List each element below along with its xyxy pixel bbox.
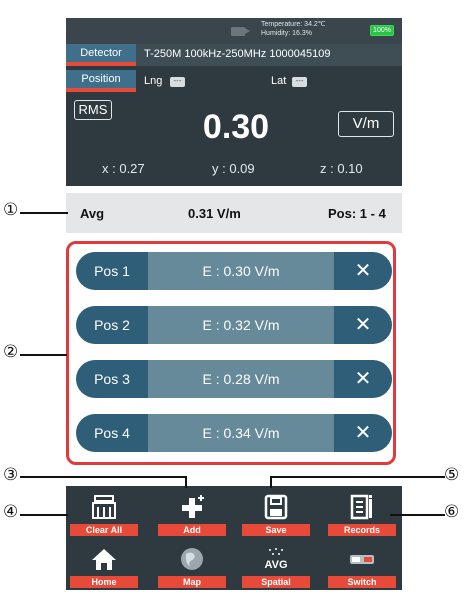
position-e-value: E : 0.32 V/m: [148, 306, 334, 344]
lat-value: ---: [292, 77, 307, 87]
save-label: Save: [242, 524, 310, 536]
plus-icon: [182, 495, 204, 518]
clear-all-label: Clear All: [70, 524, 138, 536]
home-label: Home: [70, 576, 138, 588]
add-label: Add: [158, 524, 226, 536]
switch-label: Switch: [328, 576, 396, 588]
position-e-value: E : 0.28 V/m: [148, 360, 334, 398]
measurement-panel: Temperature: 34.2℃ Humidity: 16.3% 100% …: [66, 18, 402, 186]
callout-3-line: [20, 476, 186, 478]
detector-label: Detector: [66, 44, 136, 66]
position-label: Position: [66, 70, 136, 92]
records-list-icon: [350, 494, 372, 520]
toggle-switch-icon: [350, 555, 374, 564]
humidity-text: Humidity: 16.3%: [261, 30, 312, 37]
records-button[interactable]: Records: [328, 490, 396, 536]
position-row-1[interactable]: Pos 1 E : 0.30 V/m ✕: [76, 252, 392, 290]
floppy-disk-icon: [264, 494, 288, 520]
battery-icon: 100%: [370, 25, 394, 36]
spatial-icon-text: AVG: [264, 559, 287, 571]
clear-all-button[interactable]: Clear All: [70, 490, 138, 536]
avg-positions: Pos: 1 - 4: [328, 206, 386, 221]
callout-2: ②: [3, 342, 19, 361]
remove-position-button[interactable]: ✕: [334, 306, 392, 344]
save-button[interactable]: Save: [242, 490, 310, 536]
home-button[interactable]: Home: [70, 542, 138, 588]
camera-icon: [231, 27, 250, 36]
broom-icon: [92, 495, 116, 519]
position-name: Pos 3: [76, 360, 148, 398]
position-row-3[interactable]: Pos 3 E : 0.28 V/m ✕: [76, 360, 392, 398]
z-axis-value: z : 0.10: [320, 161, 363, 176]
callout-6-line: [390, 514, 445, 516]
position-row-4[interactable]: Pos 4 E : 0.34 V/m ✕: [76, 414, 392, 452]
switch-button[interactable]: Switch: [328, 542, 396, 588]
lng-value: ---: [170, 77, 185, 87]
spatial-button[interactable]: AVG Spatial: [242, 542, 310, 588]
callout-5: ⑤: [444, 465, 460, 484]
callout-3-drop: [185, 476, 187, 488]
map-button[interactable]: Map: [158, 542, 226, 588]
globe-icon: [181, 548, 203, 570]
spatial-label: Spatial: [242, 576, 310, 588]
position-row-2[interactable]: Pos 2 E : 0.32 V/m ✕: [76, 306, 392, 344]
home-icon: [92, 549, 116, 570]
remove-position-button[interactable]: ✕: [334, 414, 392, 452]
x-axis-value: x : 0.27: [102, 161, 145, 176]
avg-value: 0.31 V/m: [188, 206, 241, 221]
callout-5-line: [270, 476, 445, 478]
position-name: Pos 4: [76, 414, 148, 452]
avg-label: Avg: [80, 206, 105, 221]
bottom-toolbar: Clear All Add Save Records Home Map AVG …: [66, 486, 402, 590]
callout-6: ⑥: [444, 502, 460, 521]
rms-mode-button[interactable]: RMS: [74, 100, 112, 120]
remove-position-button[interactable]: ✕: [334, 252, 392, 290]
spatial-avg-icon: AVG: [264, 548, 288, 571]
position-name: Pos 2: [76, 306, 148, 344]
callout-4-line: [20, 514, 68, 516]
map-label: Map: [158, 576, 226, 588]
unit-button[interactable]: V/m: [338, 111, 394, 137]
callout-1: ①: [3, 200, 19, 219]
add-button[interactable]: Add: [158, 490, 226, 536]
records-label: Records: [328, 524, 396, 536]
status-bar: Temperature: 34.2℃ Humidity: 16.3% 100%: [66, 18, 402, 44]
position-e-value: E : 0.34 V/m: [148, 414, 334, 452]
field-strength-value: 0.30: [202, 108, 270, 146]
average-bar: Avg 0.31 V/m Pos: 1 - 4: [66, 193, 402, 233]
temperature-text: Temperature: 34.2℃: [261, 21, 326, 28]
callout-5-drop: [270, 476, 272, 488]
callout-1-line: [20, 212, 68, 214]
remove-position-button[interactable]: ✕: [334, 360, 392, 398]
lat-label: Lat: [271, 75, 287, 87]
environment-readout: Temperature: 34.2℃ Humidity: 16.3%: [261, 20, 326, 38]
position-e-value: E : 0.30 V/m: [148, 252, 334, 290]
callout-2-line: [20, 354, 67, 356]
callout-3: ③: [3, 465, 19, 484]
callout-4: ④: [3, 502, 19, 521]
y-axis-value: y : 0.09: [212, 161, 255, 176]
detector-value: T-250M 100kHz-250MHz 1000045109: [144, 48, 331, 60]
lng-label: Lng: [144, 75, 163, 87]
position-name: Pos 1: [76, 252, 148, 290]
